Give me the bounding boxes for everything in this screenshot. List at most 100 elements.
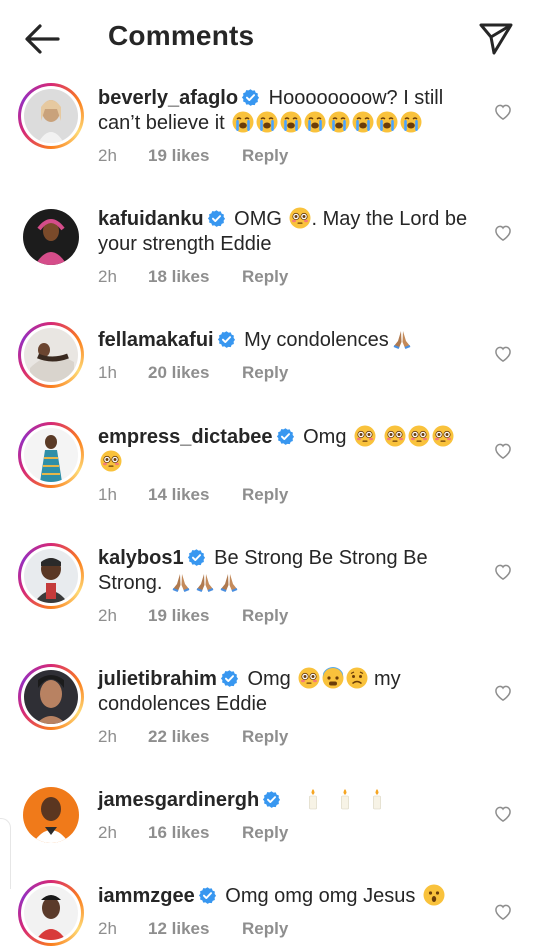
comment-body: My condolences <box>244 329 389 351</box>
candle-emoji-icon <box>370 788 384 810</box>
comment-time: 2h <box>98 823 117 842</box>
comment-meta: 2h 18 likes Reply <box>98 267 288 287</box>
verified-badge-icon <box>241 88 260 107</box>
comment-likes[interactable]: 20 likes <box>148 363 242 383</box>
comment-meta: 1h 14 likes Reply <box>98 485 288 505</box>
crying-face-emoji-icon <box>232 111 254 133</box>
comment-time: 2h <box>98 727 117 746</box>
comment-body: Omg <box>303 426 347 448</box>
comment-time: 2h <box>98 919 117 938</box>
heart-outline-icon[interactable] <box>493 683 513 703</box>
paper-plane-icon[interactable] <box>478 20 514 56</box>
crying-face-emoji-icon <box>280 111 302 133</box>
comment-body: Omg <box>247 668 291 690</box>
comment-time: 1h <box>98 363 117 382</box>
heart-outline-icon[interactable] <box>493 223 513 243</box>
avatar[interactable] <box>18 422 84 488</box>
verified-badge-icon <box>220 669 239 688</box>
comment-username[interactable]: fellamakafui <box>98 329 214 351</box>
verified-badge-icon <box>207 209 226 228</box>
comment-meta: 2h 19 likes Reply <box>98 606 288 626</box>
crying-face-emoji-icon <box>376 111 398 133</box>
reply-button[interactable]: Reply <box>242 727 288 747</box>
comment-likes[interactable]: 19 likes <box>148 146 242 166</box>
comment-likes[interactable]: 14 likes <box>148 485 242 505</box>
comment-username[interactable]: jamesgardinergh <box>98 789 259 811</box>
flushed-face-emoji-icon <box>298 667 320 689</box>
comment-meta: 2h 12 likes Reply <box>98 919 288 939</box>
heart-outline-icon[interactable] <box>493 102 513 122</box>
comment-text: kafuidanku OMG . May the Lord be your st… <box>98 207 468 257</box>
avatar[interactable] <box>18 782 84 848</box>
comment-text: julietibrahim Omg my condolences Eddie <box>98 667 468 717</box>
flushed-face-emoji-icon <box>100 450 122 472</box>
reply-button[interactable]: Reply <box>242 267 288 287</box>
comment-likes[interactable]: 18 likes <box>148 267 242 287</box>
verified-badge-icon <box>262 790 281 809</box>
avatar[interactable] <box>18 83 84 149</box>
sad-face-emoji-icon <box>346 667 368 689</box>
flushed-face-emoji-icon <box>384 425 406 447</box>
heart-outline-icon[interactable] <box>493 902 513 922</box>
verified-badge-icon <box>217 330 236 349</box>
avatar[interactable] <box>18 543 84 609</box>
comment-body: Omg omg omg Jesus <box>225 885 416 907</box>
page-title: Comments <box>108 20 255 51</box>
comment-text: beverly_afaglo Hoooooooow? I still can’t… <box>98 86 468 136</box>
comment-time: 2h <box>98 146 117 165</box>
comment-text: iammzgee Omg omg omg Jesus <box>98 884 468 909</box>
comment-username[interactable]: beverly_afaglo <box>98 87 238 109</box>
comment-text: fellamakafui My condolences <box>98 328 468 353</box>
comments-header: Comments <box>0 0 545 78</box>
candle-emoji-icon <box>338 788 352 810</box>
folded-hands-emoji-icon <box>391 328 413 350</box>
comment-body: OMG <box>234 208 282 230</box>
reply-button[interactable]: Reply <box>242 919 288 939</box>
comment-meta: 2h 16 likes Reply <box>98 823 288 843</box>
avatar[interactable] <box>18 880 84 946</box>
crying-face-emoji-icon <box>352 111 374 133</box>
flushed-face-emoji-icon <box>289 207 311 229</box>
reply-button[interactable]: Reply <box>242 363 288 383</box>
avatar[interactable] <box>18 204 84 270</box>
candle-emoji-icon <box>306 788 320 810</box>
edge-fold <box>0 818 11 889</box>
comment-likes[interactable]: 19 likes <box>148 606 242 626</box>
folded-hands-emoji-icon <box>194 571 216 593</box>
comment-username[interactable]: iammzgee <box>98 885 195 907</box>
fearful-face-emoji-icon <box>322 667 344 689</box>
heart-outline-icon[interactable] <box>493 441 513 461</box>
comment-likes[interactable]: 12 likes <box>148 919 242 939</box>
reply-button[interactable]: Reply <box>242 146 288 166</box>
folded-hands-emoji-icon <box>170 571 192 593</box>
comment-username[interactable]: kalybos1 <box>98 547 184 569</box>
heart-outline-icon[interactable] <box>493 562 513 582</box>
reply-button[interactable]: Reply <box>242 485 288 505</box>
avatar[interactable] <box>18 664 84 730</box>
comment-likes[interactable]: 22 likes <box>148 727 242 747</box>
crying-face-emoji-icon <box>256 111 278 133</box>
comment-meta: 1h 20 likes Reply <box>98 363 288 383</box>
hushed-face-emoji-icon <box>423 884 445 906</box>
crying-face-emoji-icon <box>304 111 326 133</box>
crying-face-emoji-icon <box>400 111 422 133</box>
comment-time: 1h <box>98 485 117 504</box>
flushed-face-emoji-icon <box>432 425 454 447</box>
folded-hands-emoji-icon <box>218 571 240 593</box>
verified-badge-icon <box>187 548 206 567</box>
heart-outline-icon[interactable] <box>493 804 513 824</box>
heart-outline-icon[interactable] <box>493 344 513 364</box>
verified-badge-icon <box>198 886 217 905</box>
comment-username[interactable]: empress_dictabee <box>98 426 273 448</box>
comment-time: 2h <box>98 267 117 286</box>
avatar[interactable] <box>18 322 84 388</box>
verified-badge-icon <box>276 427 295 446</box>
crying-face-emoji-icon <box>328 111 350 133</box>
arrow-left-icon[interactable] <box>22 22 62 56</box>
comment-text: empress_dictabee Omg <box>98 425 468 475</box>
reply-button[interactable]: Reply <box>242 606 288 626</box>
reply-button[interactable]: Reply <box>242 823 288 843</box>
comment-username[interactable]: kafuidanku <box>98 208 204 230</box>
comment-username[interactable]: julietibrahim <box>98 668 217 690</box>
comment-likes[interactable]: 16 likes <box>148 823 242 843</box>
